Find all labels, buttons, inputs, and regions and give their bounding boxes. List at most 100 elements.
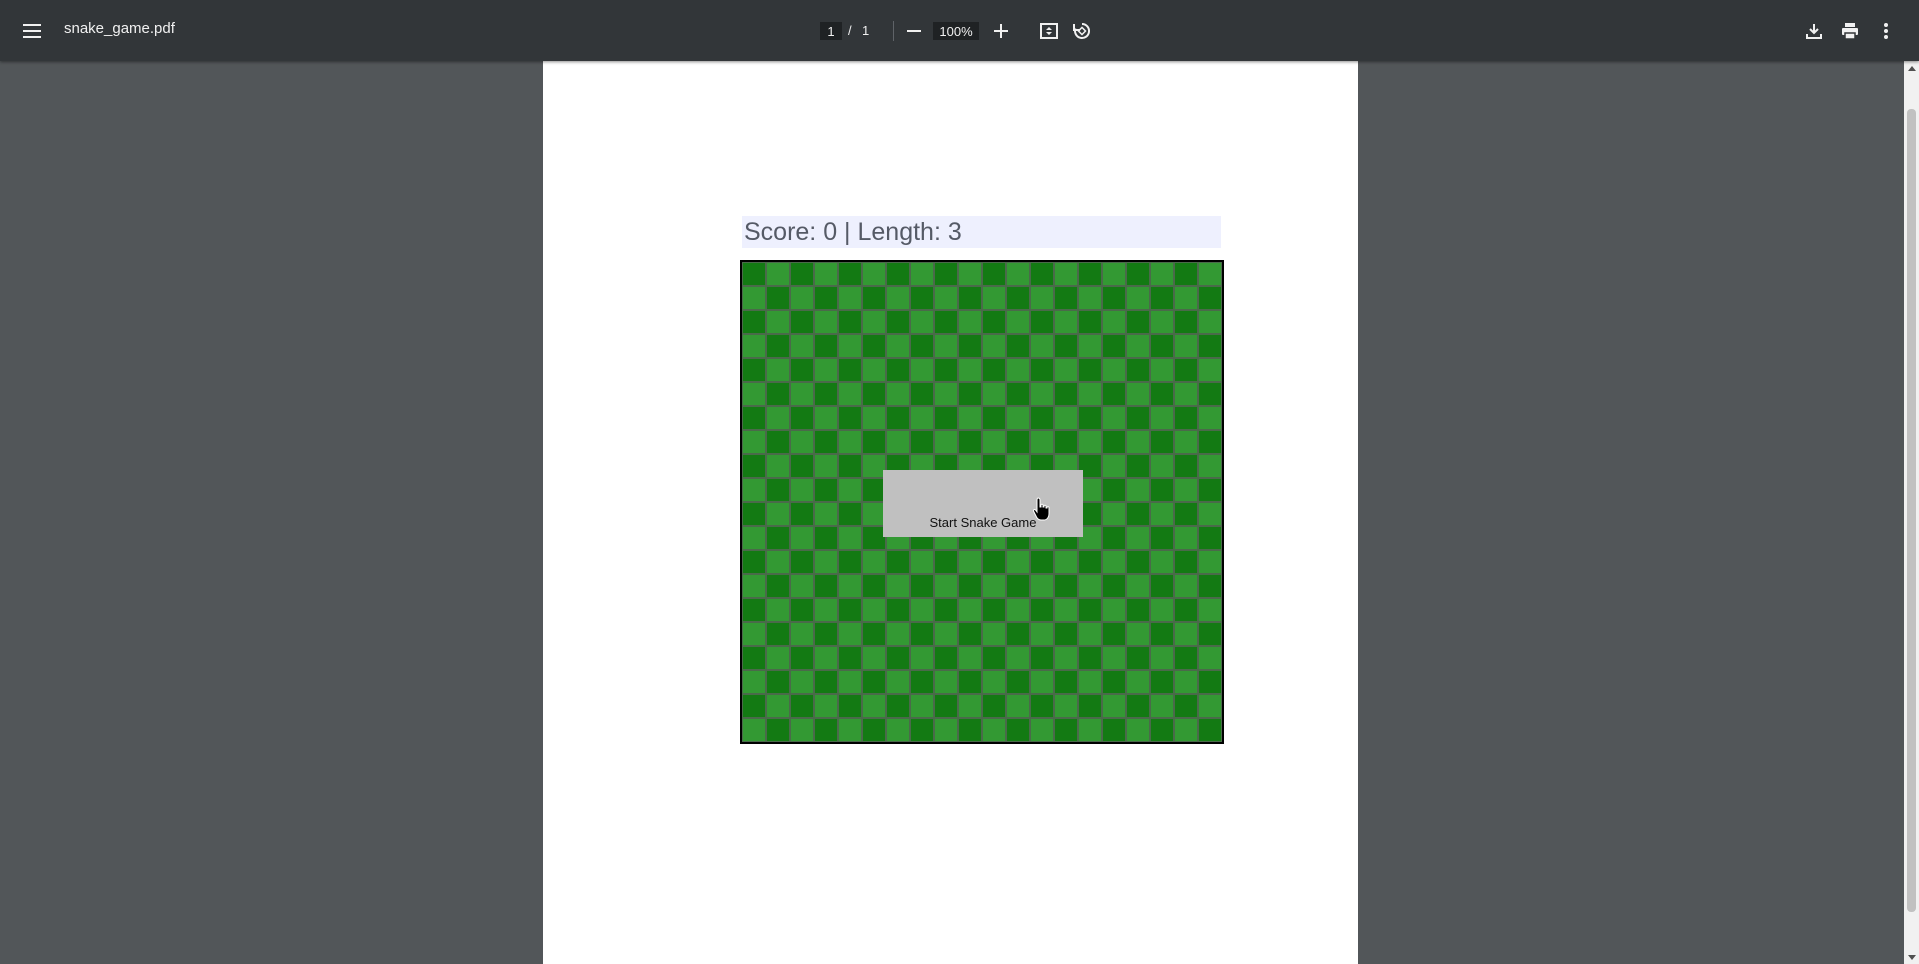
- pdf-page: Score: 0 | Length: 3 Start Snake Game: [543, 61, 1358, 964]
- board-cell: [1055, 647, 1077, 669]
- board-cell: [743, 335, 765, 357]
- board-cell: [791, 311, 813, 333]
- board-cell: [1007, 623, 1029, 645]
- board-cell: [887, 311, 909, 333]
- board-cell: [1055, 695, 1077, 717]
- board-cell: [959, 431, 981, 453]
- board-cell: [983, 695, 1005, 717]
- pdf-viewer[interactable]: Score: 0 | Length: 3 Start Snake Game: [0, 61, 1904, 964]
- scroll-up-icon[interactable]: [1904, 61, 1919, 75]
- board-cell: [1151, 383, 1173, 405]
- download-icon[interactable]: [1796, 13, 1832, 49]
- board-cell: [887, 431, 909, 453]
- more-vert-icon[interactable]: [1868, 13, 1904, 49]
- board-cell: [1007, 599, 1029, 621]
- board-cell: [863, 455, 885, 477]
- board-cell: [1031, 431, 1053, 453]
- board-cell: [1103, 623, 1125, 645]
- board-cell: [1055, 599, 1077, 621]
- board-cell: [1199, 671, 1221, 693]
- board-cell: [935, 407, 957, 429]
- board-cell: [863, 311, 885, 333]
- board-cell: [887, 407, 909, 429]
- board-cell: [767, 383, 789, 405]
- board-cell: [911, 359, 933, 381]
- menu-icon[interactable]: [14, 13, 50, 49]
- board-cell: [1079, 719, 1101, 741]
- board-cell: [1031, 359, 1053, 381]
- scrollbar-thumb[interactable]: [1907, 109, 1916, 912]
- plus-icon[interactable]: [983, 13, 1019, 49]
- board-cell: [887, 623, 909, 645]
- board-cell: [1175, 287, 1197, 309]
- board-cell: [887, 575, 909, 597]
- board-cell: [983, 263, 1005, 285]
- page-number-input[interactable]: [820, 22, 842, 40]
- board-cell: [1079, 335, 1101, 357]
- board-cell: [1151, 695, 1173, 717]
- board-cell: [815, 431, 837, 453]
- board-cell: [767, 551, 789, 573]
- board-cell: [839, 431, 861, 453]
- board-cell: [839, 335, 861, 357]
- board-cell: [1151, 503, 1173, 525]
- board-cell: [839, 551, 861, 573]
- scroll-down-icon[interactable]: [1904, 950, 1919, 964]
- board-cell: [839, 575, 861, 597]
- board-cell: [1127, 623, 1149, 645]
- board-cell: [1103, 431, 1125, 453]
- board-cell: [1127, 551, 1149, 573]
- print-icon[interactable]: [1832, 13, 1868, 49]
- page-separator: /: [848, 23, 852, 38]
- board-cell: [1127, 263, 1149, 285]
- board-cell: [1103, 695, 1125, 717]
- board-cell: [1127, 359, 1149, 381]
- board-cell: [935, 671, 957, 693]
- board-cell: [1103, 359, 1125, 381]
- board-cell: [767, 359, 789, 381]
- game-board[interactable]: Start Snake Game: [740, 260, 1224, 744]
- board-cell: [1175, 599, 1197, 621]
- board-cell: [767, 623, 789, 645]
- minus-icon[interactable]: [896, 13, 932, 49]
- board-cell: [911, 599, 933, 621]
- board-cell: [767, 527, 789, 549]
- board-cell: [791, 431, 813, 453]
- board-cell: [983, 287, 1005, 309]
- board-cell: [839, 383, 861, 405]
- board-cell: [911, 575, 933, 597]
- board-cell: [791, 407, 813, 429]
- board-cell: [743, 263, 765, 285]
- zoom-level-input[interactable]: [933, 22, 979, 40]
- start-game-button[interactable]: Start Snake Game: [883, 470, 1083, 537]
- board-cell: [887, 335, 909, 357]
- board-cell: [935, 695, 957, 717]
- board-cell: [791, 695, 813, 717]
- board-cell: [815, 527, 837, 549]
- board-cell: [1007, 335, 1029, 357]
- board-cell: [1151, 719, 1173, 741]
- board-cell: [1103, 311, 1125, 333]
- board-cell: [1199, 455, 1221, 477]
- board-cell: [767, 407, 789, 429]
- board-cell: [1055, 287, 1077, 309]
- rotate-icon[interactable]: [1064, 13, 1100, 49]
- board-cell: [767, 455, 789, 477]
- board-cell: [863, 479, 885, 501]
- board-cell: [815, 503, 837, 525]
- board-cell: [863, 359, 885, 381]
- board-cell: [1103, 383, 1125, 405]
- board-cell: [1103, 503, 1125, 525]
- board-cell: [743, 719, 765, 741]
- board-cell: [935, 359, 957, 381]
- fit-to-page-icon[interactable]: [1031, 13, 1067, 49]
- board-cell: [1055, 407, 1077, 429]
- vertical-scrollbar[interactable]: [1904, 61, 1919, 964]
- board-cell: [959, 335, 981, 357]
- board-cell: [1199, 647, 1221, 669]
- board-cell: [1199, 263, 1221, 285]
- hand-cursor-icon: [1032, 497, 1052, 526]
- board-cell: [1031, 383, 1053, 405]
- board-cell: [1199, 311, 1221, 333]
- board-cell: [1031, 335, 1053, 357]
